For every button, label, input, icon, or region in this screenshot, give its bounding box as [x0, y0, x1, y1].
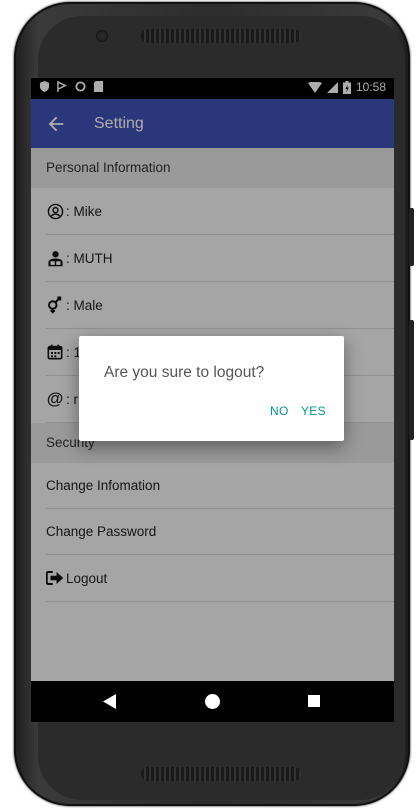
power-button — [409, 320, 414, 440]
earpiece-speaker — [141, 29, 301, 43]
nav-recents-icon[interactable] — [308, 695, 320, 707]
volume-button — [409, 208, 414, 266]
nav-back-icon[interactable] — [103, 694, 116, 709]
bottom-speaker — [141, 767, 301, 781]
dialog-message: Are you sure to logout? — [104, 364, 265, 381]
system-nav-bar — [31, 681, 394, 722]
phone-screen: 10:58 Setting Personal Information : Mik… — [31, 78, 394, 722]
front-camera — [96, 30, 108, 42]
logout-dialog: Are you sure to logout? NO YES — [79, 336, 344, 441]
dialog-no-button[interactable]: NO — [270, 404, 289, 418]
nav-home-icon[interactable] — [205, 694, 220, 709]
dialog-yes-button[interactable]: YES — [301, 404, 326, 418]
